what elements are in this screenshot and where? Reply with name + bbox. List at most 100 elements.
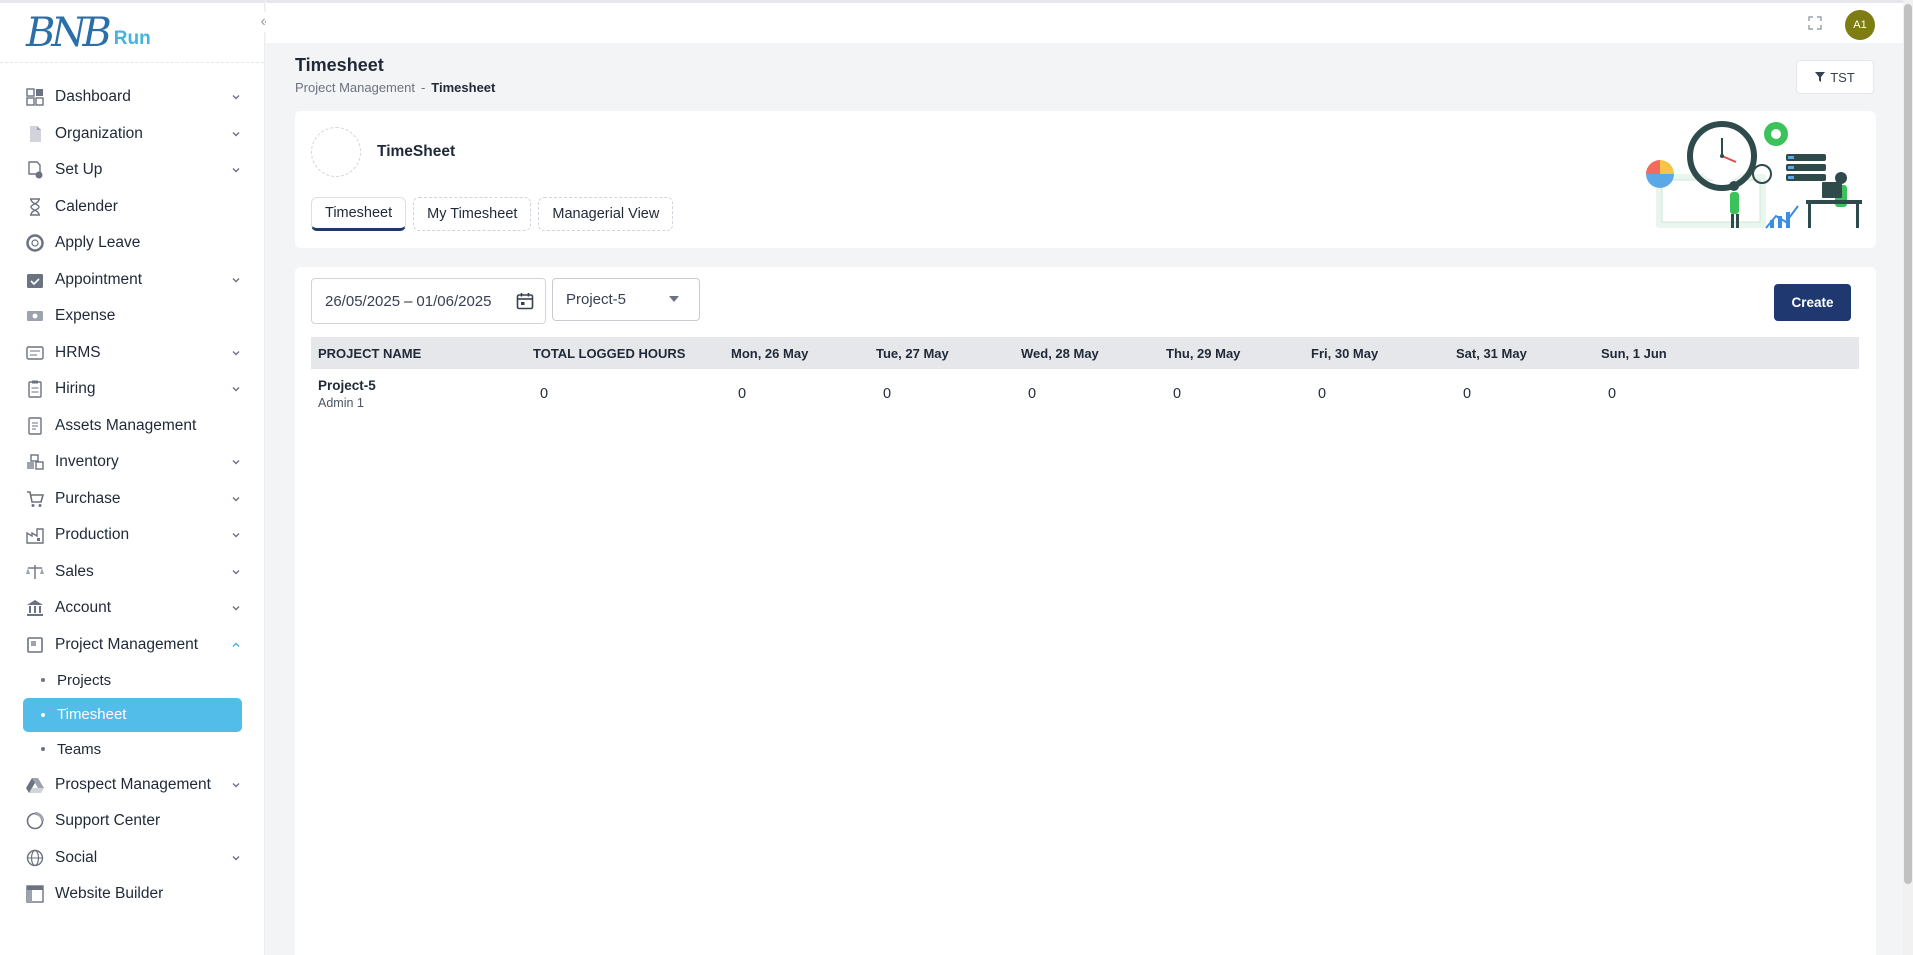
- project-select[interactable]: Project-5: [552, 278, 700, 321]
- sidebar-item-inventory[interactable]: Inventory: [0, 444, 264, 481]
- settings-file-icon: [24, 160, 45, 181]
- lifebuoy-icon: [24, 233, 45, 254]
- scrollbar-thumb[interactable]: [1904, 4, 1912, 884]
- sidebar-item-label: Account: [55, 599, 112, 617]
- sidebar-item-dashboard[interactable]: Dashboard: [0, 79, 264, 116]
- col-day-fri: Fri, 30 May: [1311, 345, 1379, 361]
- sidebar-item-production[interactable]: Production: [0, 517, 264, 554]
- breadcrumb-parent[interactable]: Project Management: [295, 80, 415, 95]
- calendar-icon[interactable]: [515, 291, 535, 311]
- project-cell: Project-5 Admin 1: [311, 369, 526, 419]
- day-hours-cell[interactable]: 0: [1594, 369, 1859, 419]
- chevron-down-icon: [232, 277, 240, 283]
- avatar[interactable]: A1: [1845, 10, 1875, 40]
- day-hours-cell[interactable]: 0: [1304, 369, 1449, 419]
- tab-my-timesheet[interactable]: My Timesheet: [413, 197, 532, 231]
- brand-logo[interactable]: BNB Run: [0, 3, 264, 63]
- document-icon: [24, 415, 45, 436]
- sidebar-item-support-center[interactable]: Support Center: [0, 803, 264, 840]
- day-hours-cell[interactable]: 0: [1449, 369, 1594, 419]
- scale-icon: [24, 561, 45, 582]
- sidebar-item-sales[interactable]: Sales: [0, 554, 264, 591]
- card-heading: TimeSheet: [377, 143, 456, 160]
- project-name[interactable]: Project-5: [318, 378, 526, 393]
- clipboard-icon: [24, 379, 45, 400]
- id-card-icon: [24, 342, 45, 363]
- sidebar-item-calender[interactable]: Calender: [0, 189, 264, 226]
- sidebar-subitem-projects[interactable]: Projects: [23, 663, 242, 698]
- day-hours-cell[interactable]: 0: [724, 369, 869, 419]
- sidebar-item-social[interactable]: Social: [0, 840, 264, 877]
- sidebar-subitem-teams[interactable]: Teams: [23, 732, 242, 767]
- tab-managerial-view[interactable]: Managerial View: [538, 197, 674, 231]
- project-icon: [24, 634, 45, 655]
- col-total-logged-hours: TOTAL LOGGED HOURS: [533, 345, 686, 361]
- sidebar-item-label: HRMS: [55, 343, 101, 361]
- drive-icon: [24, 774, 45, 795]
- day-hours-cell[interactable]: 0: [1014, 369, 1159, 419]
- table-row[interactable]: Project-5 Admin 1 0 0 0 0 0 0 0 0: [311, 369, 1859, 419]
- breadcrumb: Project Management - Timesheet: [295, 80, 495, 95]
- sidebar-item-label: Appointment: [55, 270, 143, 288]
- sidebar-item-label: Purchase: [55, 489, 121, 507]
- sidebar-item-set-up[interactable]: Set Up: [0, 152, 264, 189]
- logo-mark: BNB: [26, 9, 112, 56]
- sidebar-item-prospect-management[interactable]: Prospect Management: [0, 767, 264, 804]
- sidebar-item-label: Calender: [55, 197, 118, 215]
- col-project-name: PROJECT NAME: [318, 345, 422, 361]
- sidebar-item-label: Organization: [55, 124, 143, 142]
- date-end: 01/06/2025: [416, 292, 492, 310]
- logo-run: Run: [113, 27, 151, 49]
- sidebar-item-appointment[interactable]: Appointment: [0, 262, 264, 299]
- timesheet-table: PROJECT NAME TOTAL LOGGED HOURS Mon, 26 …: [311, 337, 1859, 419]
- sidebar-item-organization[interactable]: Organization: [0, 116, 264, 153]
- day-hours-cell[interactable]: 0: [1159, 369, 1304, 419]
- sidebar-item-label: Prospect Management: [55, 775, 211, 793]
- chevron-down-icon: [232, 350, 240, 356]
- col-day-mon: Mon, 26 May: [731, 345, 809, 361]
- sidebar-subitem-timesheet[interactable]: Timesheet: [23, 697, 242, 732]
- create-button[interactable]: Create: [1774, 284, 1851, 321]
- chevron-down-icon: [232, 460, 240, 465]
- support-icon: [24, 811, 45, 832]
- sidebar-item-expense[interactable]: Expense: [0, 298, 264, 335]
- sidebar-item-label: Inventory: [55, 453, 119, 471]
- sidebar-item-label: Expense: [55, 307, 116, 325]
- col-day-wed: Wed, 28 May: [1021, 345, 1099, 361]
- fullscreen-icon[interactable]: [1807, 15, 1823, 31]
- globe-icon: [24, 847, 45, 868]
- page-title: Timesheet: [295, 55, 384, 75]
- chevron-up-icon: [232, 642, 240, 647]
- sidebar-item-assets-management[interactable]: Assets Management: [0, 408, 264, 445]
- date-range-picker[interactable]: 26/05/2025 – 01/06/2025: [311, 278, 546, 324]
- sidebar-item-hrms[interactable]: HRMS: [0, 335, 264, 372]
- sidebar-item-website-builder[interactable]: Website Builder: [0, 876, 264, 913]
- breadcrumb-current: Timesheet: [431, 80, 496, 95]
- sidebar-item-label: Assets Management: [55, 416, 197, 434]
- bullet-icon: [41, 678, 45, 683]
- page-scrollbar[interactable]: [1903, 0, 1913, 955]
- tab-list: Timesheet My Timesheet Managerial View: [311, 197, 674, 231]
- sidebar-item-account[interactable]: Account: [0, 590, 264, 627]
- calendar-check-icon: [24, 269, 45, 290]
- sidebar-item-hiring[interactable]: Hiring: [0, 371, 264, 408]
- date-separator: –: [404, 292, 413, 310]
- chevron-down-icon: [232, 569, 240, 575]
- topbar: A1: [266, 0, 1913, 43]
- chevron-down-icon: [232, 95, 240, 100]
- bullet-icon: [41, 747, 45, 752]
- day-hours-cell[interactable]: 0: [869, 369, 1014, 419]
- sidebar-item-project-management[interactable]: Project Management: [0, 627, 264, 664]
- sidebar-subitem-label: Projects: [57, 671, 112, 689]
- sidebar-item-label: Set Up: [55, 161, 103, 179]
- factory-icon: [24, 525, 45, 546]
- sidebar-item-label: Social: [55, 848, 98, 866]
- filter-button[interactable]: TST: [1796, 60, 1874, 94]
- sidebar-item-purchase[interactable]: Purchase: [0, 481, 264, 518]
- breadcrumb-separator: -: [420, 80, 426, 95]
- sidebar-item-apply-leave[interactable]: Apply Leave: [0, 225, 264, 262]
- sidebar-item-label: Dashboard: [55, 88, 131, 106]
- tab-timesheet[interactable]: Timesheet: [311, 197, 407, 231]
- sidebar-subitem-label: Timesheet: [57, 706, 127, 724]
- chevron-down-icon: [232, 533, 240, 538]
